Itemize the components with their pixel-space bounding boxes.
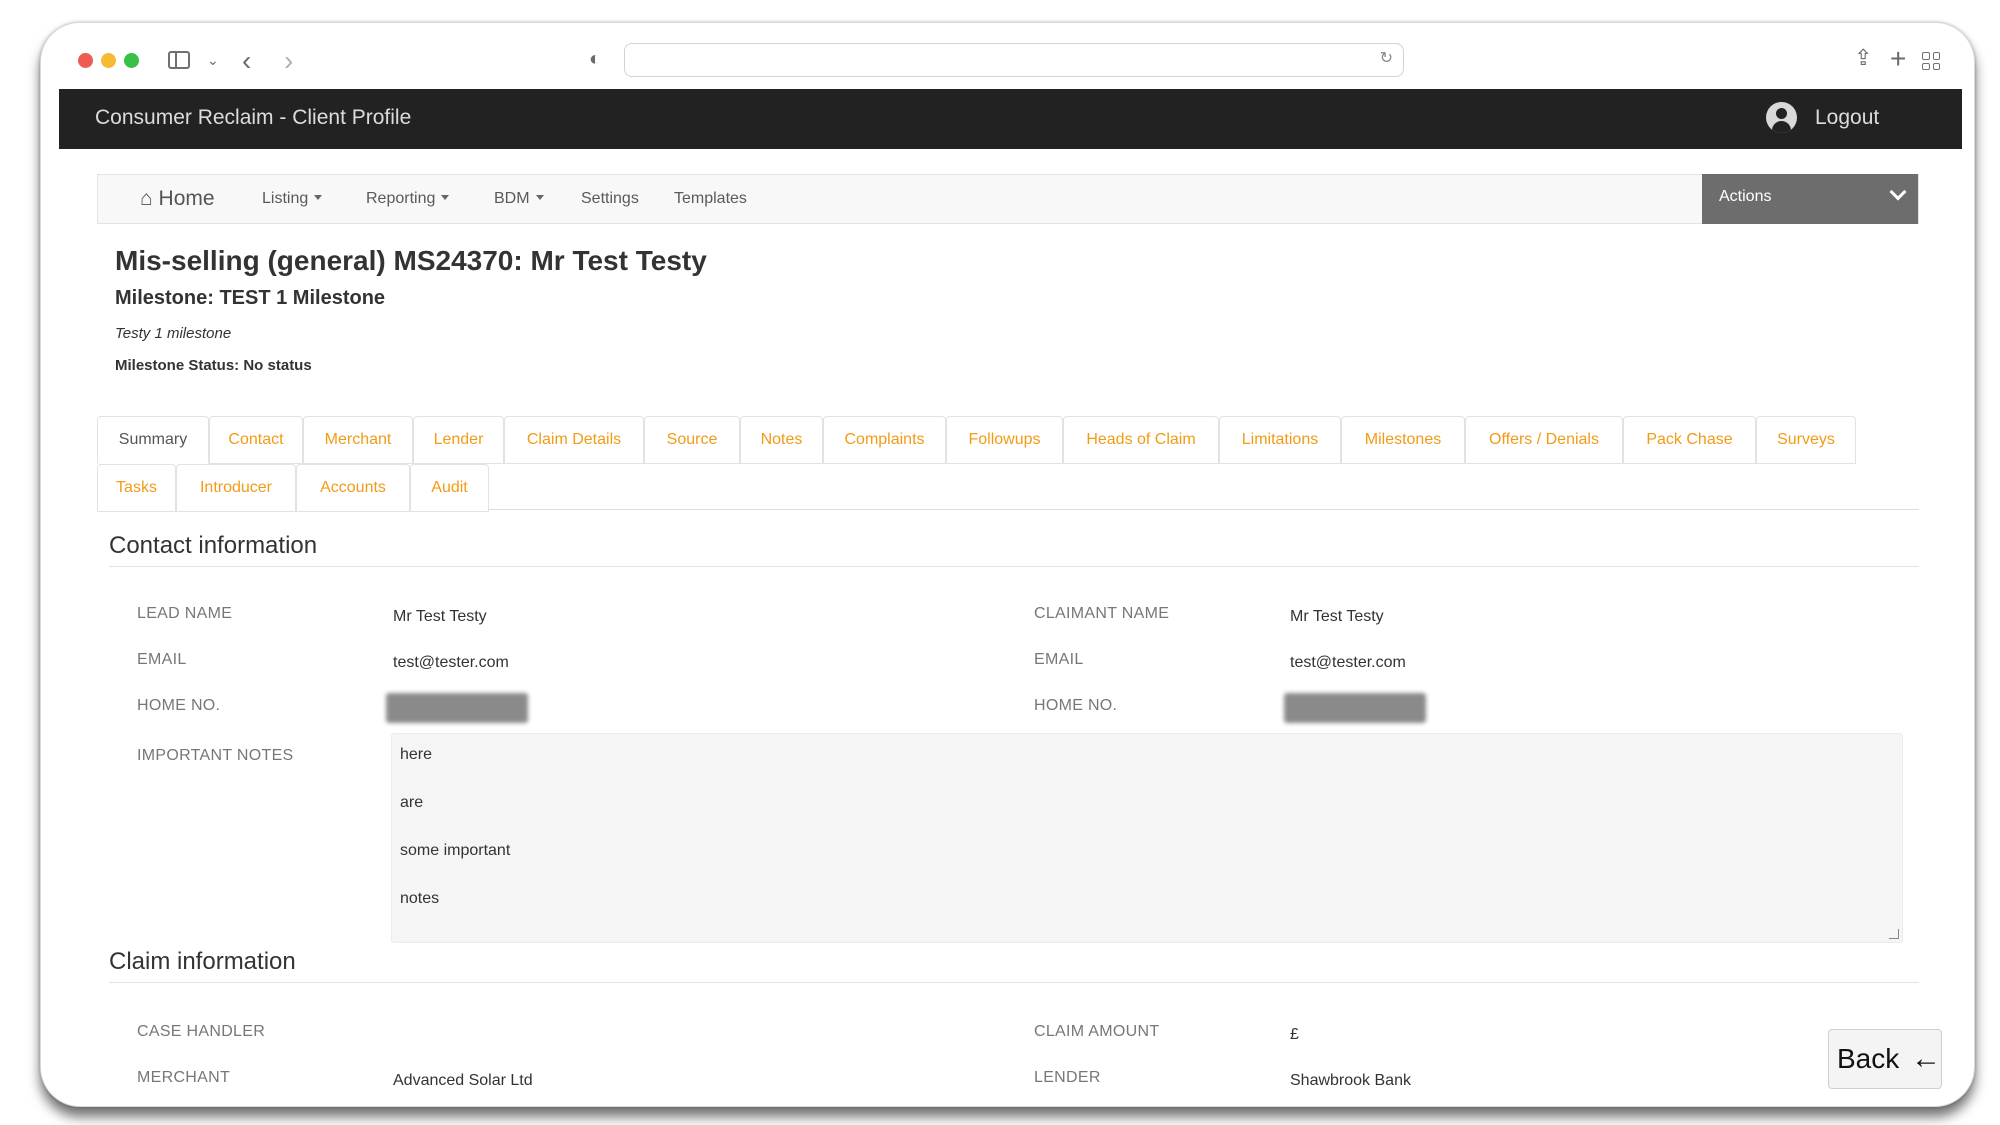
nav-templates[interactable]: Templates [674,190,747,208]
lead-name-value: Mr Test Testy [393,608,487,625]
tab-overview-icon[interactable] [1922,52,1940,70]
nav-reporting[interactable]: Reporting [366,190,450,208]
claim-amount-label: CLAIM AMOUNT [1034,1023,1160,1040]
claimant-name-value: Mr Test Testy [1290,608,1384,625]
claimant-name-label: CLAIMANT NAME [1034,605,1170,622]
tab-pack-chase[interactable]: Pack Chase [1623,416,1756,464]
user-icon[interactable] [1766,102,1797,133]
chevron-right-icon[interactable]: › [284,47,293,75]
logout-link[interactable]: Logout [1815,106,1879,130]
app-header: Consumer Reclaim - Client Profile Logout [59,89,1962,149]
redacted-claimant-home-number [1284,693,1426,723]
close-window-button[interactable] [78,53,93,68]
tab-notes[interactable]: Notes [740,416,823,464]
claimant-email-value: test@tester.com [1290,654,1406,671]
app-title: Consumer Reclaim - Client Profile [95,106,412,129]
nav-bdm[interactable]: BDM [494,190,544,208]
lender-value: Shawbrook Bank [1290,1072,1411,1089]
tab-tasks[interactable]: Tasks [97,464,176,512]
chevron-down-icon [1889,183,1907,201]
email-label: EMAIL [137,651,187,668]
tab-source[interactable]: Source [644,416,740,464]
note-line: notes [400,890,440,907]
plus-icon[interactable]: + [1890,45,1906,73]
minimize-window-button[interactable] [101,53,116,68]
tab-summary[interactable]: Summary [97,416,209,464]
nav-listing[interactable]: Listing [262,190,323,208]
profile-tabs: Summary Contact Merchant Lender Claim De… [97,406,1919,512]
milestone-title: Milestone: TEST 1 Milestone [115,287,386,309]
lead-name-label: LEAD NAME [137,605,233,622]
browser-window: ⌄ ‹ › ◐ ↻ ⇪ + Consumer Reclaim - Client … [40,22,1975,1107]
redacted-home-number [386,693,528,723]
chevron-down-icon[interactable]: ⌄ [207,53,219,67]
tab-milestones[interactable]: Milestones [1341,416,1465,464]
main-navbar: ⌂ Home Listing Reporting BDM Settings Te… [97,174,1919,224]
caret-down-icon [535,195,544,200]
caret-down-icon [314,195,323,200]
tab-limitations[interactable]: Limitations [1219,416,1341,464]
milestone-description: Testy 1 milestone [115,325,232,342]
home-icon: ⌂ [140,187,153,210]
resize-handle-icon[interactable] [1889,929,1899,939]
tab-audit[interactable]: Audit [410,464,489,512]
tab-claim-details[interactable]: Claim Details [504,416,644,464]
section-divider [109,566,1919,567]
contact-section-title: Contact information [109,532,318,559]
back-button[interactable]: Back ← [1828,1029,1942,1089]
tab-complaints[interactable]: Complaints [823,416,946,464]
caret-down-icon [441,195,450,200]
milestone-status: Milestone Status: No status [115,357,312,374]
tab-lender[interactable]: Lender [413,416,504,464]
lender-label: LENDER [1034,1069,1101,1086]
claimant-home-no-label: HOME NO. [1034,697,1118,714]
actions-dropdown[interactable]: Actions [1702,174,1918,224]
home-no-label: HOME NO. [137,697,221,714]
important-notes-textarea[interactable]: here are some important notes [391,733,1903,943]
tab-accounts[interactable]: Accounts [296,464,410,512]
case-handler-label: CASE HANDLER [137,1023,266,1040]
email-value: test@tester.com [393,654,509,671]
page-title: Mis-selling (general) MS24370: Mr Test T… [115,245,707,276]
note-line: here [400,746,433,763]
nav-settings[interactable]: Settings [581,190,639,208]
tab-followups[interactable]: Followups [946,416,1063,464]
tab-merchant[interactable]: Merchant [303,416,413,464]
claim-amount-value: £ [1290,1026,1299,1043]
chevron-left-icon[interactable]: ‹ [242,47,251,75]
browser-toolbar: ⌄ ‹ › ◐ ↻ ⇪ + [41,23,1974,89]
maximize-window-button[interactable] [124,53,139,68]
section-divider [109,982,1919,983]
tab-contact[interactable]: Contact [209,416,303,464]
share-icon[interactable]: ⇪ [1854,47,1872,69]
address-bar[interactable]: ↻ [624,43,1404,77]
tab-introducer[interactable]: Introducer [176,464,296,512]
tab-offers-denials[interactable]: Offers / Denials [1465,416,1623,464]
claimant-email-label: EMAIL [1034,651,1084,668]
claim-section-title: Claim information [109,948,296,975]
important-notes-label: IMPORTANT NOTES [137,747,294,764]
note-line: some important [400,842,511,859]
tab-heads-of-claim[interactable]: Heads of Claim [1063,416,1219,464]
reload-icon[interactable]: ↻ [1380,51,1393,67]
sidebar-icon[interactable] [168,51,190,69]
arrow-left-icon: ← [1911,1042,1941,1075]
merchant-value: Advanced Solar Ltd [393,1072,533,1089]
note-line: are [400,794,424,811]
merchant-label: MERCHANT [137,1069,231,1086]
nav-home[interactable]: ⌂ Home [140,187,215,211]
shield-icon[interactable]: ◐ [589,49,601,69]
tab-surveys[interactable]: Surveys [1756,416,1856,464]
